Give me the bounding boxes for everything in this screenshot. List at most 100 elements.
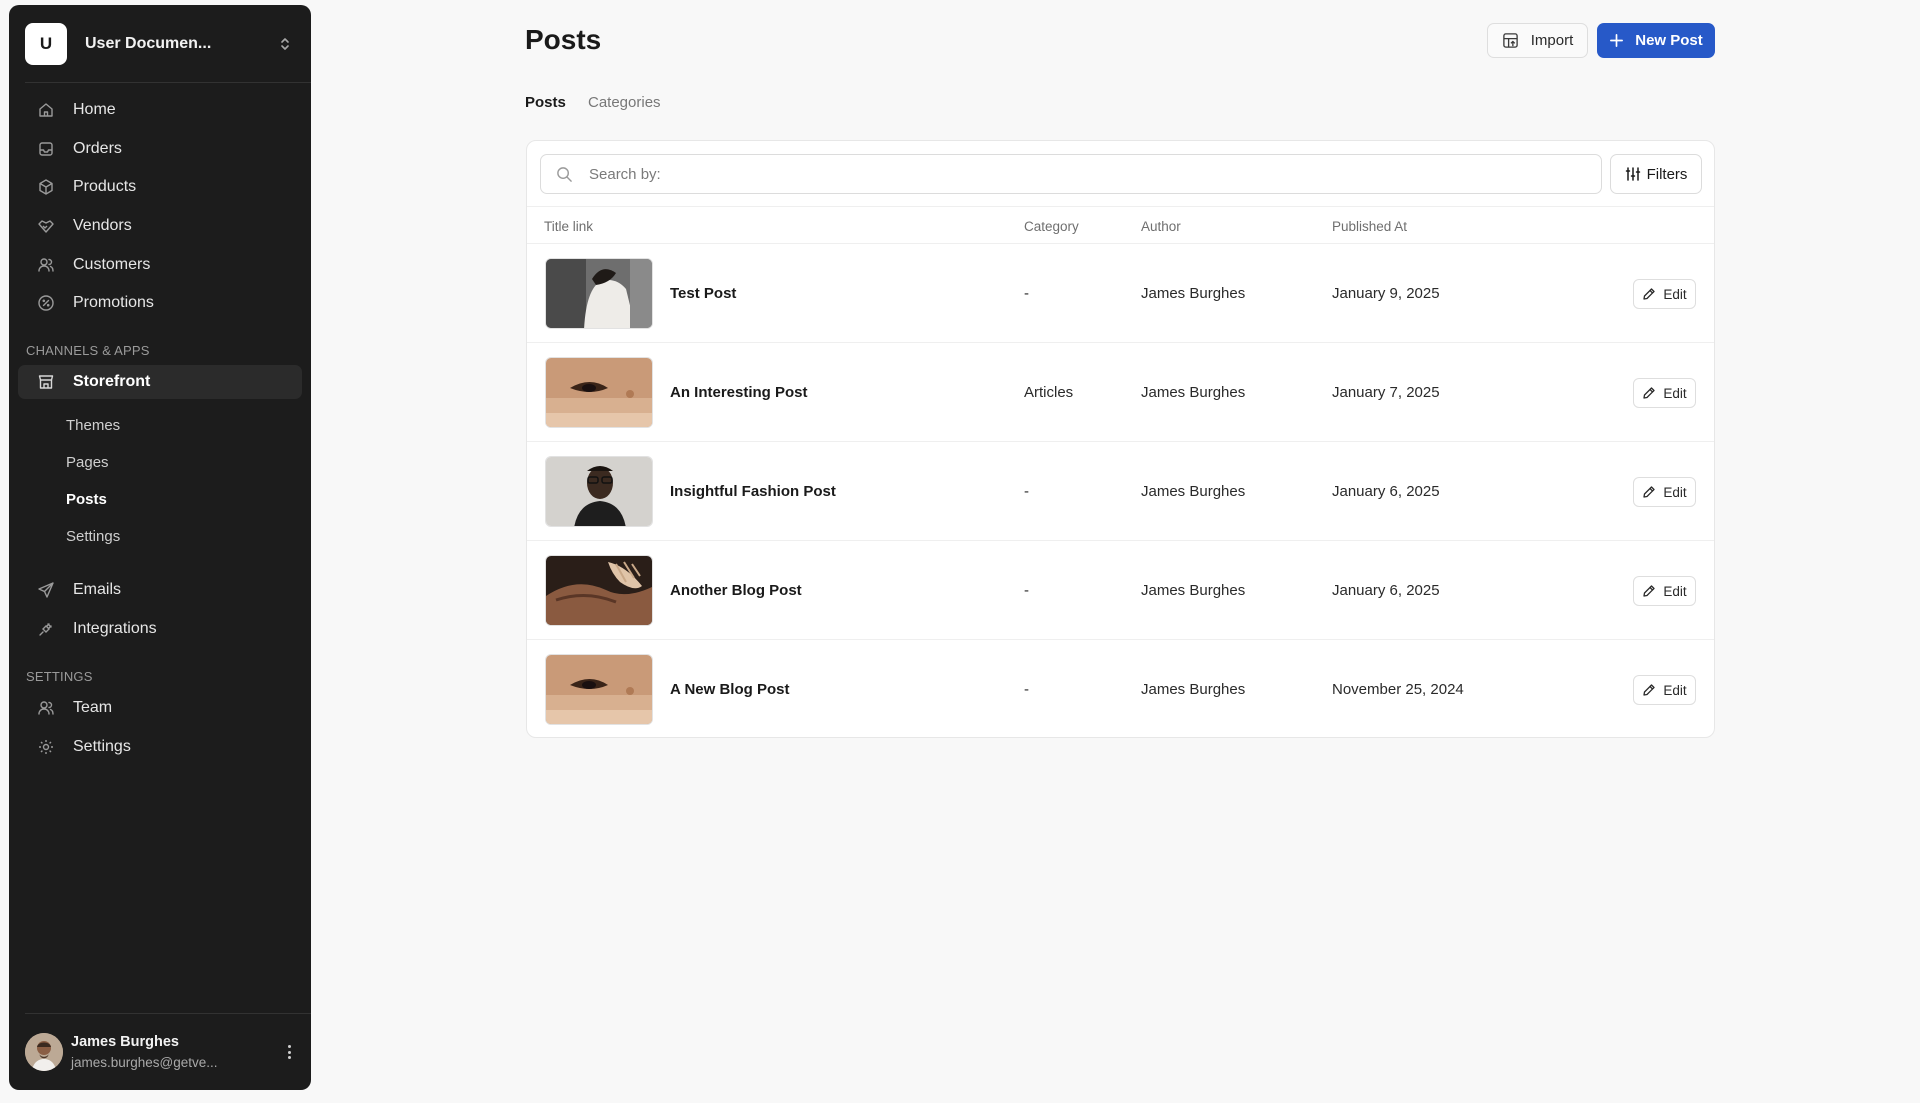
table-import-icon xyxy=(1502,33,1518,48)
edit-button[interactable]: Edit xyxy=(1633,279,1696,309)
search-box[interactable] xyxy=(540,154,1602,194)
column-header-title[interactable]: Title link xyxy=(544,219,593,234)
sidebar-item-products[interactable]: Products xyxy=(18,170,302,204)
post-title[interactable]: A New Blog Post xyxy=(670,681,789,698)
table-row[interactable]: A New Blog Post - James Burghes November… xyxy=(527,641,1714,739)
post-published: November 25, 2024 xyxy=(1332,681,1464,698)
inbox-icon xyxy=(37,140,55,158)
pencil-icon xyxy=(1643,486,1656,498)
edit-button[interactable]: Edit xyxy=(1633,675,1696,705)
post-title[interactable]: An Interesting Post xyxy=(670,384,808,401)
sidebar-item-customers[interactable]: Customers xyxy=(18,248,302,282)
sidebar-divider xyxy=(25,82,311,83)
filters-button[interactable]: Filters xyxy=(1610,154,1702,194)
post-category: - xyxy=(1024,285,1029,302)
sidebar-item-vendors[interactable]: Vendors xyxy=(18,209,302,243)
sidebar-item-team[interactable]: Team xyxy=(18,691,302,725)
edit-button[interactable]: Edit xyxy=(1633,378,1696,408)
post-title[interactable]: Another Blog Post xyxy=(670,582,802,599)
import-button[interactable]: Import xyxy=(1487,23,1588,58)
post-author: James Burghes xyxy=(1141,285,1246,302)
post-author: James Burghes xyxy=(1141,582,1246,599)
sidebar-item-label: Products xyxy=(73,178,137,195)
sidebar-subitem-posts[interactable]: Posts xyxy=(66,491,107,508)
home-icon xyxy=(37,101,55,119)
post-category: - xyxy=(1024,681,1029,698)
edit-label: Edit xyxy=(1663,484,1687,500)
column-header-published[interactable]: Published At xyxy=(1332,219,1407,234)
column-header-category[interactable]: Category xyxy=(1024,219,1079,234)
column-header-author[interactable]: Author xyxy=(1141,219,1181,234)
filters-label: Filters xyxy=(1646,165,1688,183)
send-icon xyxy=(37,581,55,599)
workspace-switcher[interactable]: U User Documen... xyxy=(25,22,295,65)
sidebar-item-label: Orders xyxy=(73,140,122,157)
sidebar-item-home[interactable]: Home xyxy=(18,93,302,127)
user-email: james.burghes@getve... xyxy=(71,1055,218,1070)
post-title[interactable]: Insightful Fashion Post xyxy=(670,483,836,500)
sidebar-item-label: Team xyxy=(73,699,113,716)
workspace-name: User Documen... xyxy=(85,34,212,52)
sidebar-item-label: Promotions xyxy=(73,294,154,311)
search-icon xyxy=(557,166,572,182)
edit-label: Edit xyxy=(1663,385,1687,401)
post-published: January 6, 2025 xyxy=(1332,483,1440,500)
table-header: Title link Category Author Published At xyxy=(527,206,1714,244)
workspace-badge: U xyxy=(25,22,67,65)
tab-categories[interactable]: Categories xyxy=(588,94,661,111)
sidebar-item-storefront[interactable]: Storefront xyxy=(18,365,302,399)
edit-label: Edit xyxy=(1663,583,1687,599)
import-label: Import xyxy=(1530,32,1574,49)
sidebar-item-label: Customers xyxy=(73,256,151,273)
gear-icon xyxy=(37,738,55,756)
sidebar-item-orders[interactable]: Orders xyxy=(18,132,302,166)
search-input[interactable] xyxy=(589,165,1601,183)
user-profile[interactable]: James Burghes james.burghes@getve... xyxy=(25,1027,297,1077)
edit-button[interactable]: Edit xyxy=(1633,477,1696,507)
post-category: - xyxy=(1024,483,1029,500)
box-icon xyxy=(37,178,55,196)
post-author: James Burghes xyxy=(1141,384,1246,401)
more-vertical-icon[interactable] xyxy=(281,1042,297,1062)
edit-label: Edit xyxy=(1663,286,1687,302)
sidebar-item-integrations[interactable]: Integrations xyxy=(18,612,302,646)
user-name: James Burghes xyxy=(71,1034,179,1050)
sliders-icon xyxy=(1625,167,1640,181)
post-published: January 6, 2025 xyxy=(1332,582,1440,599)
post-thumbnail xyxy=(545,258,653,329)
sidebar-item-emails[interactable]: Emails xyxy=(18,573,302,607)
sidebar: U User Documen... Home Orders Products V… xyxy=(9,5,311,1090)
section-label-channels: CHANNELS & APPS xyxy=(26,343,150,358)
edit-label: Edit xyxy=(1663,682,1687,698)
post-thumbnail xyxy=(545,555,653,626)
table-row[interactable]: Another Blog Post - James Burghes Januar… xyxy=(527,542,1714,640)
post-title[interactable]: Test Post xyxy=(670,285,736,302)
section-label-settings: SETTINGS xyxy=(26,669,93,684)
tab-posts[interactable]: Posts xyxy=(525,94,566,111)
sidebar-subitem-pages[interactable]: Pages xyxy=(66,454,109,471)
edit-button[interactable]: Edit xyxy=(1633,576,1696,606)
percent-icon xyxy=(37,294,55,312)
handshake-icon xyxy=(37,217,55,235)
sidebar-divider xyxy=(25,1013,311,1014)
table-row[interactable]: Insightful Fashion Post - James Burghes … xyxy=(527,443,1714,541)
users-icon xyxy=(37,256,55,274)
plus-icon xyxy=(1610,34,1624,47)
sidebar-subitem-settings[interactable]: Settings xyxy=(66,528,120,545)
table-row[interactable]: Test Post - James Burghes January 9, 202… xyxy=(527,245,1714,343)
post-author: James Burghes xyxy=(1141,681,1246,698)
store-icon xyxy=(37,373,55,391)
sidebar-item-promotions[interactable]: Promotions xyxy=(18,286,302,320)
new-post-button[interactable]: New Post xyxy=(1597,23,1715,58)
sidebar-item-settings[interactable]: Settings xyxy=(18,730,302,764)
post-published: January 7, 2025 xyxy=(1332,384,1440,401)
new-post-label: New Post xyxy=(1635,32,1703,49)
table-row[interactable]: An Interesting Post Articles James Burgh… xyxy=(527,344,1714,442)
sidebar-subitem-themes[interactable]: Themes xyxy=(66,417,120,434)
post-thumbnail xyxy=(545,456,653,527)
post-thumbnail xyxy=(545,654,653,725)
pencil-icon xyxy=(1643,288,1656,300)
post-thumbnail xyxy=(545,357,653,428)
sidebar-item-label: Home xyxy=(73,101,116,118)
pencil-icon xyxy=(1643,585,1656,597)
